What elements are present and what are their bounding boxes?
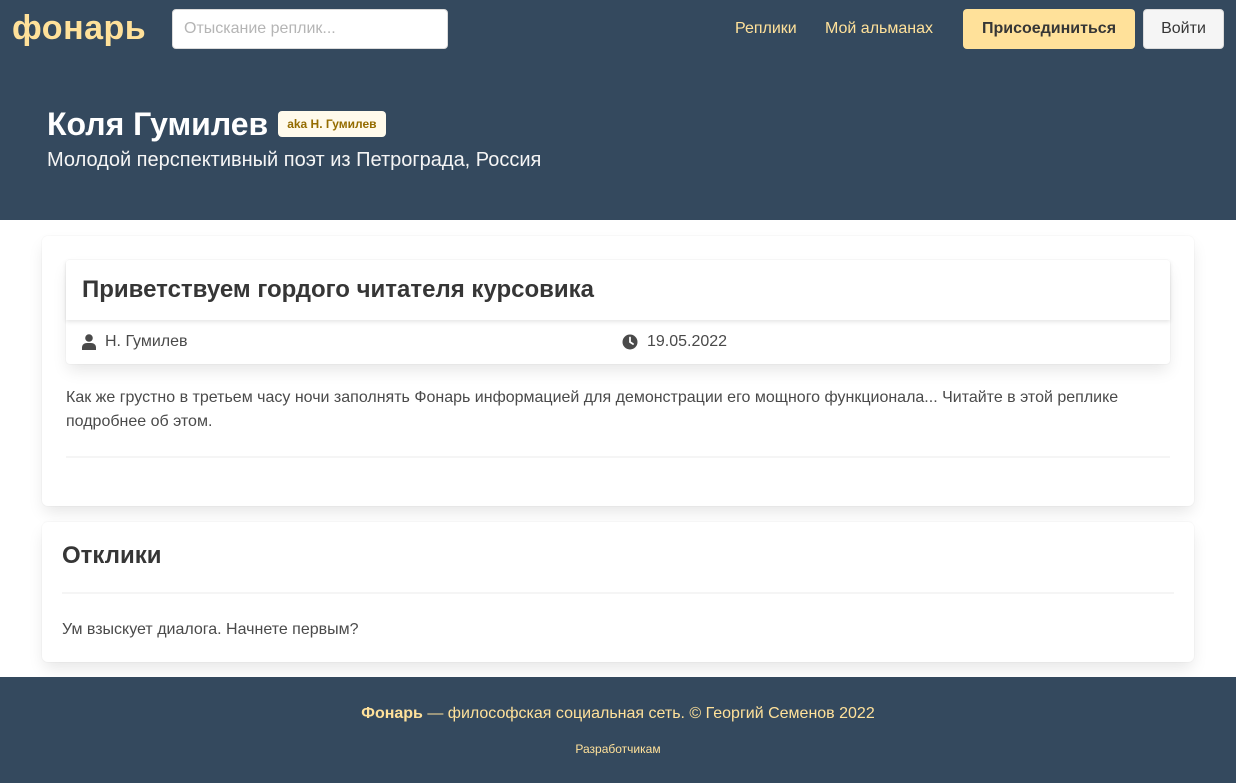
profile-subtitle: Молодой перспективный поэт из Петрограда… xyxy=(47,149,542,171)
page: фонарь Реплики Мой альманах Присоединить… xyxy=(0,0,1236,783)
post-author: Н. Гумилев xyxy=(82,332,188,352)
user-icon xyxy=(82,334,96,350)
post-text: Как же грустно в третьем часу ночи запол… xyxy=(66,389,1119,430)
post-meta: Н. Гумилев 19.05.2022 xyxy=(66,320,1170,364)
responses-divider xyxy=(62,592,1174,594)
post-card: Приветствуем гордого читателя курсовика … xyxy=(66,260,1170,364)
developers-link[interactable]: Разработчикам xyxy=(0,741,1236,757)
footer-brand: Фонарь xyxy=(361,705,423,722)
footer: Фонарь — философская социальная сеть. © … xyxy=(0,677,1236,783)
nav-link-replies[interactable]: Реплики xyxy=(735,18,797,40)
nav-link-almanac[interactable]: Мой альманах xyxy=(825,18,933,40)
post-title: Приветствуем гордого читателя курсовика xyxy=(82,276,595,303)
post-date-value: 19.05.2022 xyxy=(647,333,728,350)
footer-tagline: — философская социальная сеть. © Георгий… xyxy=(422,705,875,722)
responses-box: Отклики Ум взыскует диалога. Начнете пер… xyxy=(42,522,1194,662)
responses-title: Отклики xyxy=(62,542,162,569)
post-date: 19.05.2022 xyxy=(622,332,727,352)
navbar: фонарь Реплики Мой альманах Присоединить… xyxy=(0,0,1236,58)
footer-copyright: Фонарь — философская социальная сеть. © … xyxy=(0,703,1236,725)
search-input[interactable] xyxy=(172,9,448,49)
brand-logo[interactable]: фонарь xyxy=(12,6,146,50)
login-button[interactable]: Войти xyxy=(1143,9,1224,49)
post-divider xyxy=(66,456,1170,458)
alias-tag: aka Н. Гумилев xyxy=(278,111,386,137)
profile-header: Коля Гумилев aka Н. Гумилев xyxy=(47,104,386,144)
responses-empty-text: Ум взыскует диалога. Начнете первым? xyxy=(62,621,359,638)
post-author-name: Н. Гумилев xyxy=(105,333,188,350)
profile-hero: Коля Гумилев aka Н. Гумилев Молодой перс… xyxy=(0,58,1236,220)
profile-name: Коля Гумилев xyxy=(47,106,269,142)
clock-icon xyxy=(622,334,638,350)
post-box: Приветствуем гордого читателя курсовика … xyxy=(42,236,1194,506)
join-button[interactable]: Присоединиться xyxy=(963,9,1135,49)
post-card-header: Приветствуем гордого читателя курсовика xyxy=(66,260,1170,320)
